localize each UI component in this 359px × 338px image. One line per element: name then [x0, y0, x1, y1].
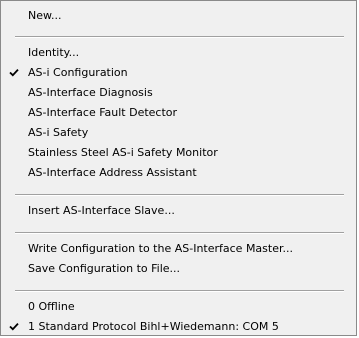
- menu-item-stainless-steel-safety-monitor[interactable]: Stainless Steel AS-i Safety Monitor: [1, 143, 356, 163]
- menu-item-label: 0 Offline: [28, 300, 75, 313]
- menu-item-label: AS-Interface Address Assistant: [28, 166, 197, 179]
- menu-item-as-interface-address-assistant[interactable]: AS-Interface Address Assistant: [1, 163, 356, 183]
- menu-item-new[interactable]: New...: [1, 6, 356, 26]
- menu-item-label: 1 Standard Protocol Bihl+Wiedemann: COM …: [28, 320, 279, 333]
- menu-item-save-configuration[interactable]: Save Configuration to File...: [1, 259, 356, 279]
- menu-item-label: AS-Interface Fault Detector: [28, 106, 178, 119]
- checkmark-icon: [8, 317, 22, 337]
- menu-item-as-i-configuration[interactable]: AS-i Configuration: [1, 63, 356, 83]
- menu-item-label: Insert AS-Interface Slave...: [28, 204, 175, 217]
- menu-item-label: Identity...: [28, 46, 80, 59]
- menu-separator: [15, 290, 344, 292]
- menu-item-label: Write Configuration to the AS-Interface …: [28, 242, 293, 255]
- menu-item-insert-as-interface-slave[interactable]: Insert AS-Interface Slave...: [1, 201, 356, 221]
- menu-item-label: AS-Interface Diagnosis: [28, 86, 153, 99]
- checkmark-icon: [8, 63, 22, 83]
- menu-item-label: Save Configuration to File...: [28, 262, 181, 275]
- menu-item-write-configuration[interactable]: Write Configuration to the AS-Interface …: [1, 239, 356, 259]
- menu-separator: [15, 232, 344, 234]
- menu-item-label: New...: [28, 9, 62, 22]
- menu-item-as-i-safety[interactable]: AS-i Safety: [1, 123, 356, 143]
- menu-item-offline[interactable]: 0 Offline: [1, 297, 356, 317]
- menu-item-label: AS-i Configuration: [28, 66, 128, 79]
- menu-item-identity[interactable]: Identity...: [1, 43, 356, 63]
- menu-item-label: AS-i Safety: [28, 126, 89, 139]
- menu-item-as-interface-diagnosis[interactable]: AS-Interface Diagnosis: [1, 83, 356, 103]
- menu-item-label: Stainless Steel AS-i Safety Monitor: [28, 146, 218, 159]
- menu-item-as-interface-fault-detector[interactable]: AS-Interface Fault Detector: [1, 103, 356, 123]
- menu-separator: [15, 36, 344, 38]
- menu-item-standard-protocol-com5[interactable]: 1 Standard Protocol Bihl+Wiedemann: COM …: [1, 317, 356, 337]
- menu-separator: [15, 194, 344, 196]
- context-menu: New... Identity... AS-i Configuration AS…: [0, 0, 357, 336]
